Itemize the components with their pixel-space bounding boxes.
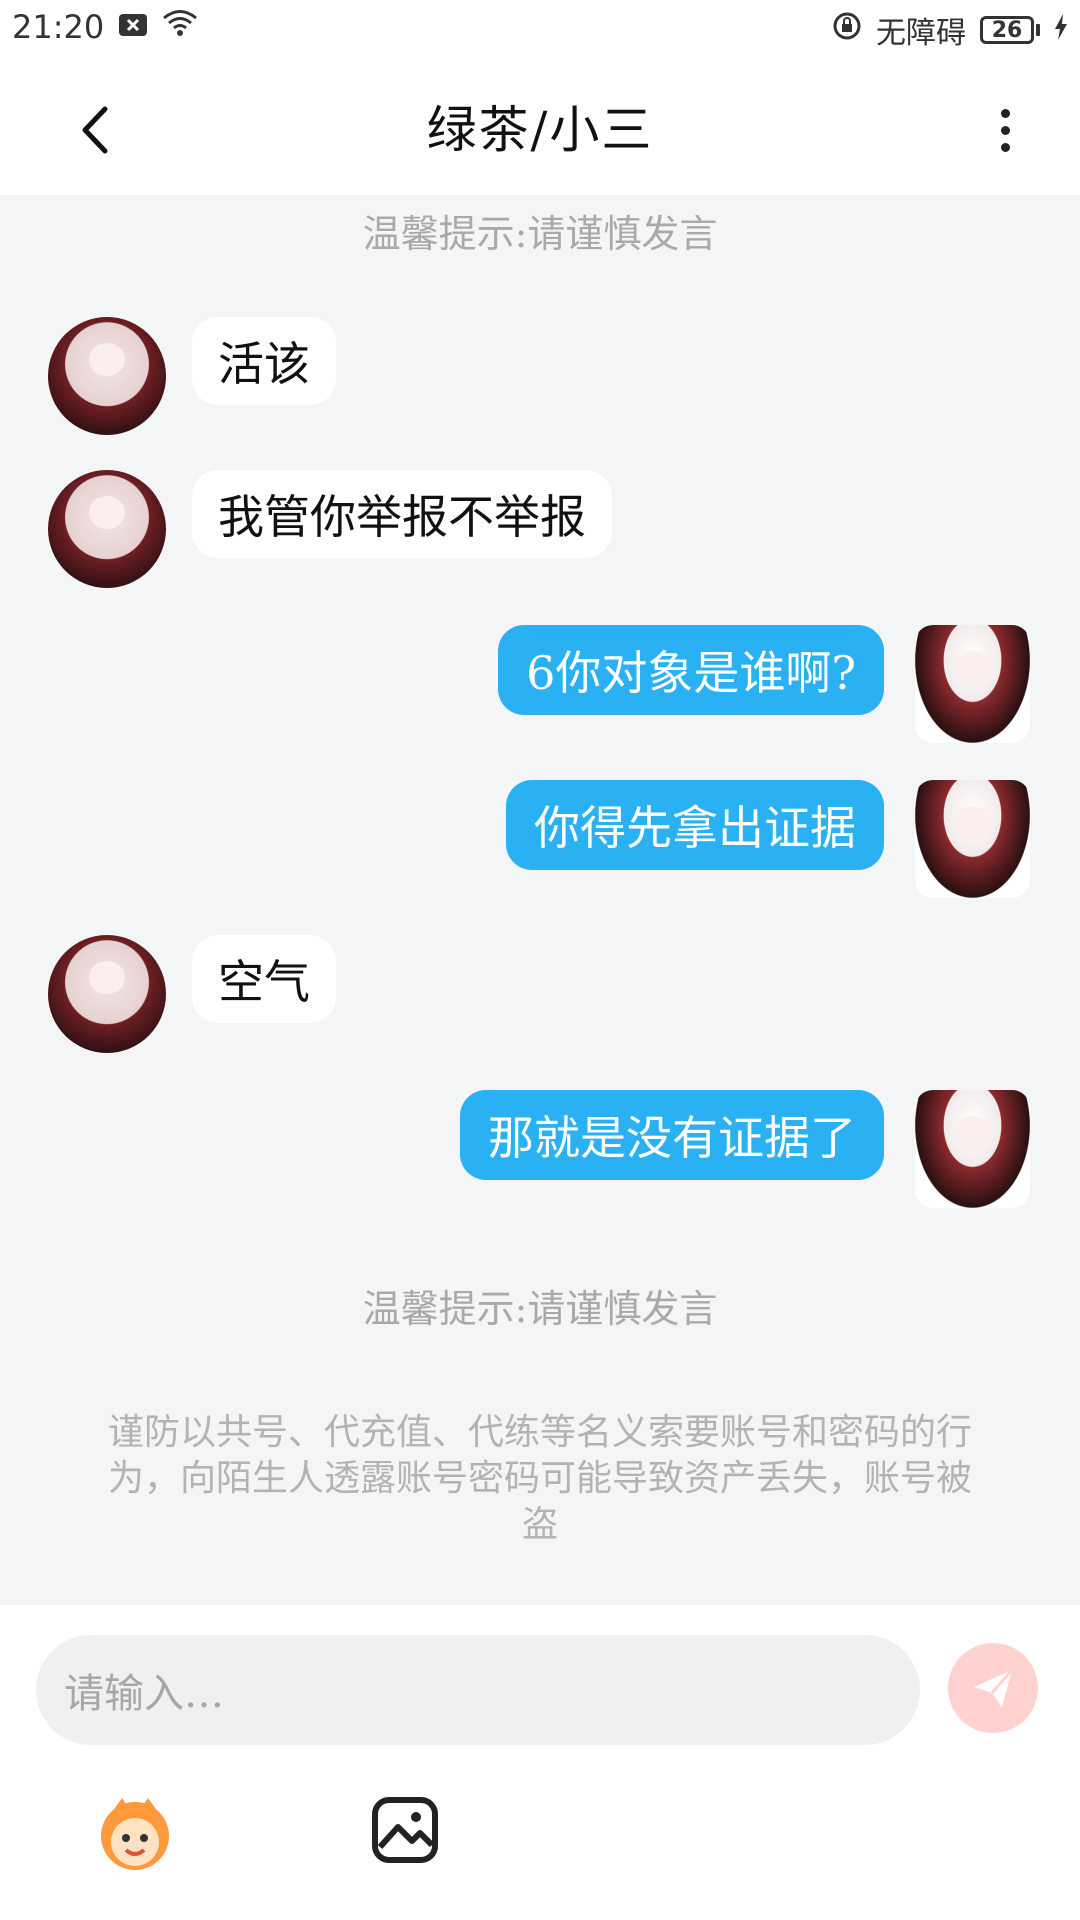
mascot-emoji-icon bbox=[101, 1798, 169, 1870]
notification-x-icon bbox=[118, 10, 148, 45]
message-row-outgoing: 那就是没有证据了 bbox=[0, 1090, 1080, 1215]
user-avatar[interactable] bbox=[915, 625, 1030, 743]
accessibility-label: 无障碍 bbox=[876, 16, 966, 51]
more-vertical-icon bbox=[1000, 108, 1010, 118]
message-row-incoming: 我管你举报不举报 bbox=[0, 470, 1080, 595]
message-input[interactable]: 请输入… bbox=[36, 1635, 920, 1745]
message-row-incoming: 空气 bbox=[0, 935, 1080, 1060]
user-avatar[interactable] bbox=[915, 1090, 1030, 1208]
wifi-icon bbox=[162, 9, 198, 45]
message-row-outgoing: 你得先拿出证据 bbox=[0, 780, 1080, 905]
user-avatar[interactable] bbox=[915, 780, 1030, 898]
chat-header: 绿茶/小三 bbox=[0, 60, 1080, 195]
avatar-face bbox=[955, 1115, 990, 1149]
status-bar: 21:20 无障碍 26 bbox=[0, 0, 1080, 60]
message-bubble-incoming[interactable]: 我管你举报不举报 bbox=[192, 470, 612, 558]
message-bubble-outgoing[interactable]: 你得先拿出证据 bbox=[506, 780, 884, 870]
status-left: 21:20 bbox=[12, 8, 198, 46]
contact-avatar[interactable] bbox=[48, 935, 166, 1053]
notice-bottom: 温馨提示:请谨慎发言 bbox=[362, 1287, 718, 1331]
more-vertical-icon bbox=[1000, 125, 1010, 135]
contact-avatar[interactable] bbox=[48, 317, 166, 435]
page-title: 绿茶/小三 bbox=[426, 101, 654, 159]
message-bubble-outgoing[interactable]: 那就是没有证据了 bbox=[460, 1090, 884, 1180]
image-icon bbox=[372, 1797, 438, 1863]
message-bubble-incoming[interactable]: 活该 bbox=[192, 317, 336, 405]
avatar-face bbox=[955, 650, 990, 684]
security-warning: 谨防以共号、代充值、代练等名义索要账号和密码的行为，向陌生人透露账号密码可能导致… bbox=[107, 1412, 972, 1545]
emoji-button[interactable] bbox=[92, 1790, 178, 1876]
battery-icon: 26 bbox=[980, 16, 1040, 44]
send-icon bbox=[974, 1669, 1014, 1707]
notice-top: 温馨提示:请谨慎发言 bbox=[362, 212, 718, 256]
battery-level: 26 bbox=[980, 16, 1034, 44]
chat-message-list[interactable]: 温馨提示:请谨慎发言 活该 我管你举报不举报 6你对象是谁啊? 你得先拿出证据 … bbox=[0, 195, 1080, 1605]
send-button[interactable] bbox=[948, 1643, 1038, 1733]
status-right: 无障碍 26 bbox=[832, 8, 1068, 52]
status-time: 21:20 bbox=[12, 8, 105, 46]
input-panel: 请输入… bbox=[0, 1605, 1080, 1920]
avatar-face bbox=[89, 495, 125, 529]
avatar-face bbox=[89, 960, 125, 994]
charging-icon bbox=[1054, 13, 1068, 48]
chat-screen: 21:20 无障碍 26 绿茶/小三 温馨提示:请谨慎发言 活该 我管你举报不举… bbox=[0, 0, 1080, 1920]
image-button[interactable] bbox=[370, 1795, 440, 1865]
avatar-face bbox=[89, 342, 125, 376]
message-row-incoming: 活该 bbox=[0, 317, 1080, 442]
message-row-outgoing: 6你对象是谁啊? bbox=[0, 625, 1080, 750]
avatar-face bbox=[955, 805, 990, 839]
message-bubble-incoming[interactable]: 空气 bbox=[192, 935, 336, 1023]
lock-rotation-icon bbox=[832, 11, 862, 49]
message-bubble-outgoing[interactable]: 6你对象是谁啊? bbox=[498, 625, 884, 715]
more-options-button[interactable] bbox=[970, 95, 1040, 165]
contact-avatar[interactable] bbox=[48, 470, 166, 588]
battery-cap bbox=[1036, 24, 1040, 36]
more-vertical-icon bbox=[1000, 142, 1010, 152]
